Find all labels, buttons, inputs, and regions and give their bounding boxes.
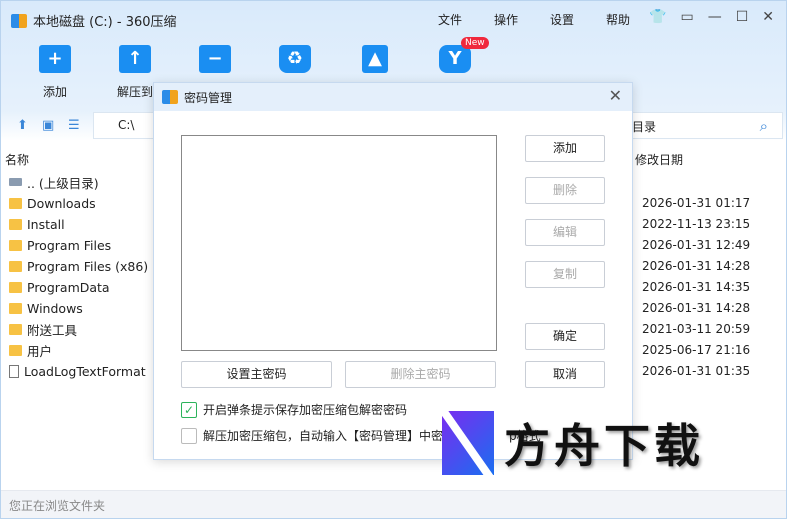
delete-password-button[interactable]: 删除 — [525, 177, 605, 204]
file-date: 2026-01-31 01:35 — [642, 364, 751, 378]
folder-icon — [9, 323, 22, 335]
edit-password-button[interactable]: 编辑 — [525, 219, 605, 246]
file-row[interactable]: 附送工具 — [9, 319, 77, 339]
remove-folder-icon: − — [199, 45, 231, 73]
menu-bar: 文件 操作 设置 帮助 — [438, 11, 630, 28]
file-name: Program Files — [27, 237, 112, 253]
extract-folder-icon: ↑ — [119, 45, 151, 73]
image-file-icon: ▲ — [362, 45, 388, 73]
recycle-icon: ♻ — [279, 45, 311, 73]
file-row[interactable]: ProgramData — [9, 277, 110, 297]
file-date: 2026-01-31 14:28 — [642, 259, 751, 273]
set-master-password-button[interactable]: 设置主密码 — [181, 361, 332, 388]
menu-file[interactable]: 文件 — [438, 11, 462, 28]
dialog-logo-icon — [162, 90, 178, 104]
watermark-text: 方舟下载 — [504, 419, 704, 473]
file-date: 2022-11-13 23:15 — [642, 217, 751, 231]
file-name: Windows — [27, 300, 83, 316]
file-icon — [9, 364, 19, 378]
app-logo-icon — [11, 13, 27, 28]
window-title: 本地磁盘 (C:) - 360压缩 — [11, 11, 177, 30]
ok-button[interactable]: 确定 — [525, 323, 605, 350]
watermark: 方舟下载 — [442, 410, 704, 476]
checkbox-unchecked[interactable] — [181, 427, 197, 444]
file-name: .. (上级目录) — [27, 175, 99, 191]
file-name: Downloads — [27, 195, 96, 211]
drive-icon — [9, 178, 22, 186]
search-icon[interactable]: ⌕ — [760, 117, 768, 135]
password-manager-dialog: 密码管理 ✕ 添加 删除 编辑 复制 确定 取消 设置主密码 删除主密码 ✓ 开启… — [153, 82, 633, 460]
file-name: 用户 — [27, 343, 53, 359]
option-save-prompt-label: 开启弹条提示保存加密压缩包解密密码 — [203, 403, 408, 417]
file-row[interactable]: Windows — [9, 298, 83, 318]
up-arrow-icon[interactable]: ⬆ — [17, 118, 28, 133]
add-folder-icon: + — [39, 45, 71, 73]
add-label: 添加 — [42, 85, 67, 99]
file-row[interactable]: Program Files — [9, 235, 111, 255]
file-name: 附送工具 — [27, 322, 78, 338]
copy-password-button[interactable]: 复制 — [525, 261, 605, 288]
dialog-close-button[interactable]: ✕ — [609, 86, 622, 105]
file-name: LoadLogTextFormat — [24, 363, 146, 379]
file-name: Program Files (x86) — [27, 258, 149, 274]
cancel-button[interactable]: 取消 — [525, 361, 605, 388]
menu-settings[interactable]: 设置 — [550, 11, 574, 28]
password-list[interactable] — [181, 135, 497, 351]
file-date: 2025-06-17 21:16 — [642, 343, 751, 357]
folder-icon — [9, 260, 22, 272]
folder-icon — [9, 344, 22, 356]
file-name: Install — [27, 216, 65, 232]
checkbox-checked[interactable]: ✓ — [181, 401, 197, 418]
window-controls: 👕 ▭ — ☐ ✕ — [649, 9, 774, 25]
menu-operate[interactable]: 操作 — [494, 11, 518, 28]
file-date: 2021-03-11 20:59 — [642, 322, 751, 336]
folder-icon — [9, 239, 22, 251]
file-date: 2026-01-31 01:17 — [642, 196, 751, 210]
dialog-title: 密码管理 — [184, 90, 233, 105]
close-button[interactable]: ✕ — [762, 9, 774, 25]
file-row[interactable]: Downloads — [9, 193, 96, 213]
thumbnail-view-icon[interactable]: ▣ — [42, 118, 54, 133]
status-bar: 您正在浏览文件夹 — [1, 490, 786, 518]
maximize-button[interactable]: ☐ — [736, 9, 749, 25]
column-modified[interactable]: 修改日期 — [635, 151, 683, 168]
option-save-prompt[interactable]: ✓ 开启弹条提示保存加密压缩包解密密码 — [181, 401, 407, 418]
option-auto-fill-label: 解压加密压缩包，自动输入【密码管理】中密 — [203, 429, 444, 443]
delete-archive-button[interactable]: − — [185, 45, 245, 73]
add-password-button[interactable]: 添加 — [525, 135, 605, 162]
file-row[interactable]: Program Files (x86) — [9, 256, 148, 276]
minimize-button[interactable]: — — [708, 9, 722, 25]
folder-icon — [9, 281, 22, 293]
file-date: 2026-01-31 12:49 — [642, 238, 751, 252]
menu-help[interactable]: 帮助 — [606, 11, 630, 28]
cube-icon: Y — [439, 45, 471, 73]
file-date: 2026-01-31 14:28 — [642, 301, 751, 315]
folder-icon — [9, 197, 22, 209]
title-text: 本地磁盘 (C:) - 360压缩 — [33, 15, 177, 30]
clean-button[interactable]: ♻ — [265, 45, 325, 73]
feedback-icon[interactable]: ▭ — [680, 9, 693, 25]
image-tool-button[interactable]: ▲ — [345, 45, 405, 73]
file-row[interactable]: .. (上级目录) — [9, 172, 99, 192]
new-tool-button[interactable]: Y New — [425, 37, 489, 73]
delete-master-password-button[interactable]: 删除主密码 — [345, 361, 496, 388]
file-name: ProgramData — [27, 279, 110, 295]
dialog-titlebar: 密码管理 — [154, 83, 632, 111]
column-name[interactable]: 名称 — [5, 151, 29, 168]
watermark-logo-icon — [442, 411, 494, 475]
file-row[interactable]: LoadLogTextFormat — [9, 361, 146, 381]
skin-icon[interactable]: 👕 — [649, 9, 666, 25]
address-path: C:\ — [118, 118, 135, 132]
file-date: 2026-01-31 14:35 — [642, 280, 751, 294]
add-button[interactable]: + 添加 — [25, 45, 85, 100]
new-badge: New — [461, 37, 489, 49]
file-row[interactable]: 用户 — [9, 340, 52, 360]
folder-icon — [9, 218, 22, 230]
folder-icon — [9, 302, 22, 314]
list-view-icon[interactable]: ☰ — [68, 118, 80, 133]
search-placeholder: 目录 — [632, 120, 657, 134]
file-row[interactable]: Install — [9, 214, 65, 234]
